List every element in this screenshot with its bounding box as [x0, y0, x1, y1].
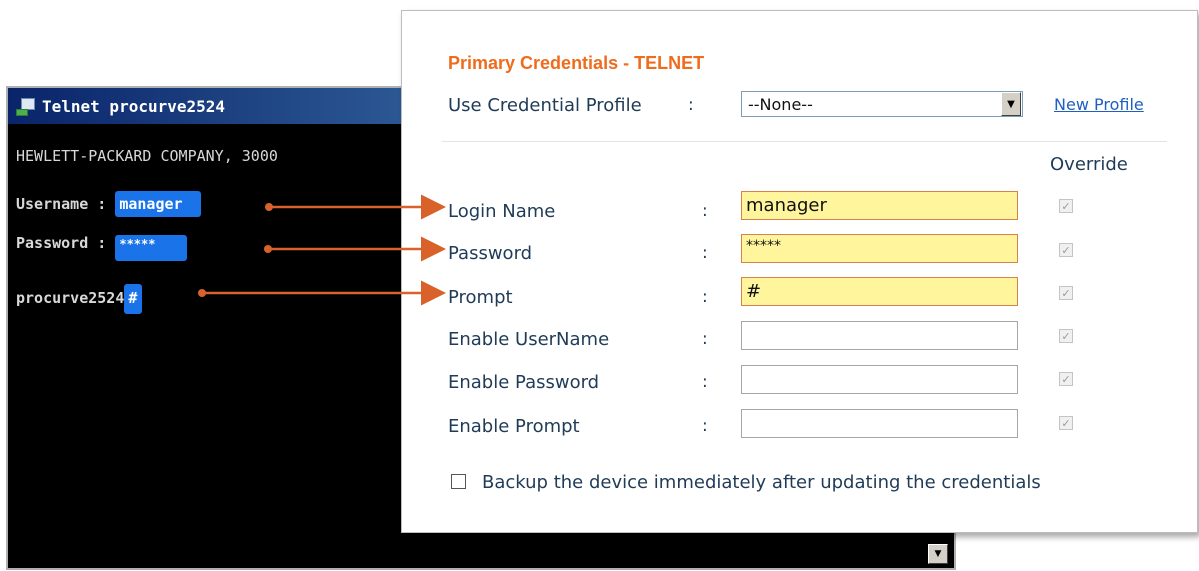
telnet-username-value: manager — [115, 191, 201, 217]
enable-password-colon: : — [702, 372, 708, 392]
login-name-override-checkbox[interactable]: ✓ — [1059, 199, 1073, 213]
primary-credentials-panel: Primary Credentials - TELNET Use Credent… — [401, 10, 1198, 533]
prompt-field[interactable]: # — [741, 277, 1018, 306]
prompt-label: Prompt — [448, 287, 513, 308]
override-column-header: Override — [1050, 154, 1128, 175]
enable-username-override-checkbox[interactable]: ✓ — [1059, 329, 1073, 343]
enable-password-label: Enable Password — [448, 372, 600, 393]
login-name-label: Login Name — [448, 201, 556, 222]
prompt-override-checkbox[interactable]: ✓ — [1059, 286, 1073, 300]
prompt-colon: : — [702, 287, 708, 307]
enable-username-field[interactable] — [741, 321, 1018, 350]
enable-password-field[interactable] — [741, 365, 1018, 394]
chevron-down-icon[interactable]: ▼ — [1001, 92, 1021, 116]
backup-checkbox[interactable] — [451, 474, 466, 489]
enable-password-override-checkbox[interactable]: ✓ — [1059, 372, 1073, 386]
credential-profile-colon: : — [688, 95, 694, 115]
backup-label: Backup the device immediately after upda… — [482, 472, 1041, 493]
password-field[interactable]: ***** — [741, 234, 1018, 263]
telnet-password-value: ***** — [115, 235, 188, 261]
enable-prompt-label: Enable Prompt — [448, 416, 580, 437]
password-override-checkbox[interactable]: ✓ — [1059, 243, 1073, 257]
new-profile-link[interactable]: New Profile — [1054, 95, 1144, 114]
credential-profile-label: Use Credential Profile — [448, 95, 642, 116]
scroll-down-arrow-icon[interactable]: ▼ — [928, 544, 948, 564]
telnet-username-line: Username : manager — [16, 191, 201, 217]
enable-username-colon: : — [702, 329, 708, 349]
telnet-username-label: Username : — [16, 195, 107, 213]
enable-prompt-field[interactable] — [741, 409, 1018, 438]
telnet-window-title: Telnet procurve2524 — [42, 96, 226, 116]
panel-title: Primary Credentials - TELNET — [448, 53, 705, 73]
telnet-app-icon — [16, 97, 35, 116]
password-label: Password — [448, 243, 533, 264]
credential-profile-select[interactable]: --None-- ▼ — [741, 91, 1023, 117]
telnet-prompt-value: # — [124, 284, 143, 314]
login-name-colon: : — [702, 201, 708, 221]
telnet-prompt-host: procurve2524 — [16, 289, 125, 307]
telnet-prompt-line: procurve2524 # — [16, 284, 143, 314]
telnet-password-line: Password : ***** — [16, 234, 188, 261]
telnet-banner-line: HEWLETT-PACKARD COMPANY, 3000 — [16, 147, 278, 165]
credential-profile-value: --None-- — [748, 94, 813, 114]
section-divider — [442, 141, 1167, 142]
login-name-field[interactable]: manager — [741, 191, 1018, 220]
enable-prompt-override-checkbox[interactable]: ✓ — [1059, 416, 1073, 430]
enable-prompt-colon: : — [702, 416, 708, 436]
telnet-password-label: Password : — [16, 234, 107, 252]
password-colon: : — [702, 243, 708, 263]
enable-username-label: Enable UserName — [448, 329, 610, 350]
